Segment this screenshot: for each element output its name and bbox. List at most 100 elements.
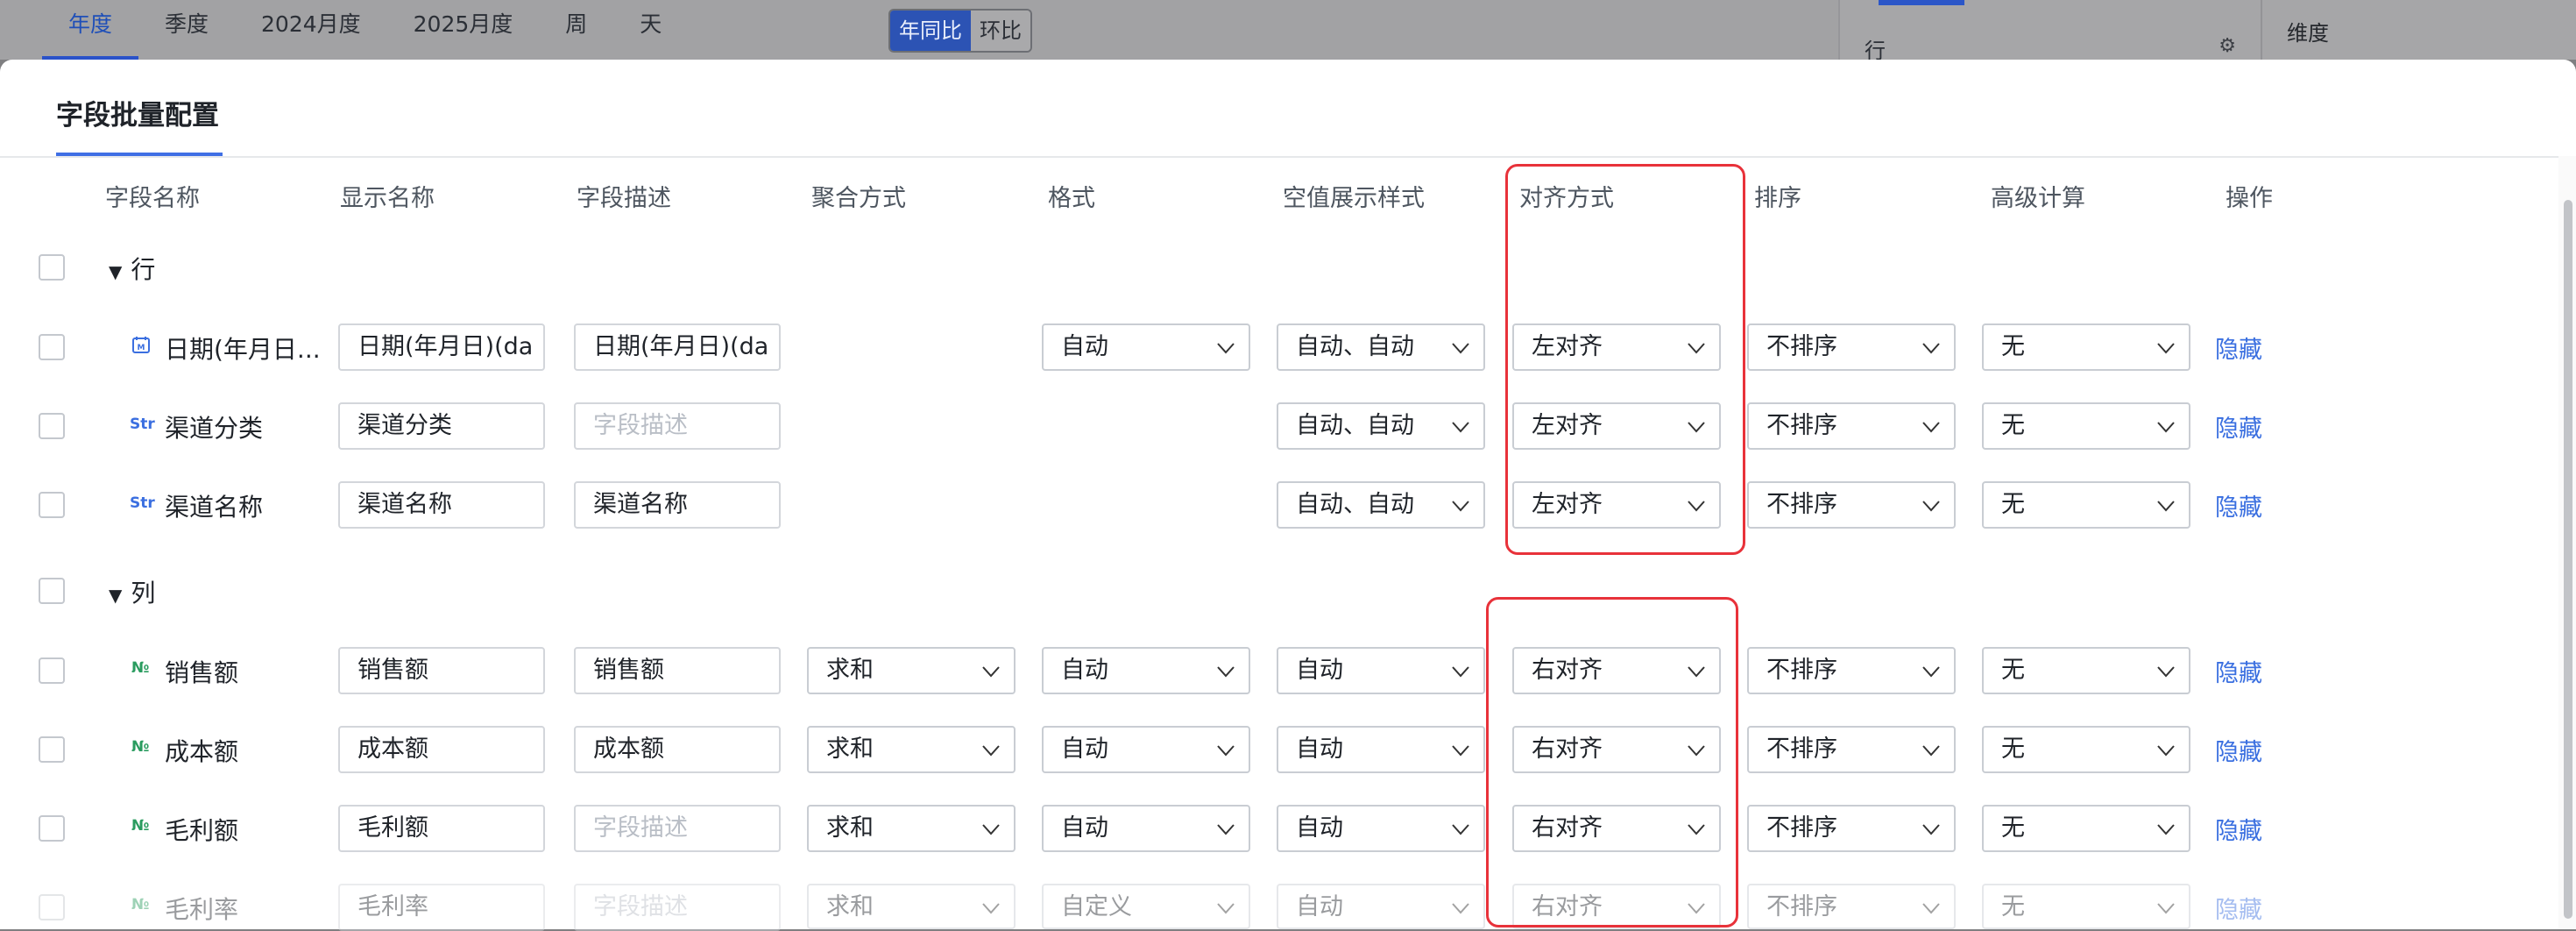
group-rows-label[interactable]: ▼ 行	[109, 251, 155, 286]
group-columns-checkbox[interactable]	[39, 578, 65, 604]
sort-select[interactable]: 不排序	[1747, 884, 1956, 929]
format-select[interactable]: 自动	[1042, 726, 1250, 773]
gear-icon[interactable]: ⚙	[2219, 35, 2236, 57]
mom-toggle-option[interactable]: 环比	[971, 11, 1030, 51]
row-checkbox[interactable]	[39, 334, 65, 360]
description-input[interactable]: 渠道名称	[574, 481, 781, 529]
alignment-select[interactable]: 右对齐	[1512, 647, 1721, 694]
format-value: 自动	[1061, 736, 1108, 763]
null-style-select[interactable]: 自动、自动	[1277, 481, 1485, 529]
scrollbar-thumb[interactable]	[2564, 200, 2572, 919]
caret-down-icon[interactable]: ▼	[109, 261, 122, 282]
row-checkbox[interactable]	[39, 736, 65, 763]
display-name-input[interactable]: 渠道分类	[338, 402, 545, 450]
alignment-select[interactable]: 左对齐	[1512, 402, 1721, 450]
group-columns-label[interactable]: ▼ 列	[109, 574, 155, 609]
sort-select[interactable]: 不排序	[1747, 726, 1956, 773]
null-style-select[interactable]: 自动	[1277, 884, 1485, 929]
aggregation-select[interactable]: 求和	[807, 647, 1016, 694]
chevron-down-icon	[2155, 819, 2176, 840]
null-style-value: 自动	[1296, 814, 1343, 842]
description-input[interactable]: 销售额	[574, 647, 781, 694]
chevron-down-icon	[2155, 898, 2176, 919]
aggregation-select[interactable]: 求和	[807, 884, 1016, 929]
alignment-select[interactable]: 右对齐	[1512, 884, 1721, 929]
advanced-calc-select[interactable]: 无	[1982, 402, 2190, 450]
tab-year[interactable]: 年度	[42, 0, 139, 60]
tab-week[interactable]: 周	[539, 0, 613, 56]
display-name-input[interactable]: 销售额	[338, 647, 545, 694]
col-header-description: 字段描述	[577, 185, 671, 212]
chevron-down-icon	[1215, 819, 1236, 840]
caret-down-icon[interactable]: ▼	[109, 585, 122, 606]
sort-select[interactable]: 不排序	[1747, 805, 1956, 852]
sort-value: 不排序	[1766, 814, 1837, 842]
row-checkbox[interactable]	[39, 657, 65, 684]
sort-select[interactable]: 不排序	[1747, 402, 1956, 450]
hide-link[interactable]: 隐藏	[2215, 891, 2262, 925]
format-select[interactable]: 自动	[1042, 805, 1250, 852]
display-name-input[interactable]: 毛利额	[338, 805, 545, 852]
yoy-toggle-option[interactable]: 年同比	[890, 11, 971, 51]
sort-select[interactable]: 不排序	[1747, 647, 1956, 694]
hide-link[interactable]: 隐藏	[2215, 812, 2262, 846]
hide-link[interactable]: 隐藏	[2215, 330, 2262, 365]
advanced-calc-select[interactable]: 无	[1982, 481, 2190, 529]
field-name: 销售额	[165, 658, 239, 687]
advanced-calc-select[interactable]: 无	[1982, 726, 2190, 773]
null-style-select[interactable]: 自动	[1277, 805, 1485, 852]
chevron-down-icon	[1450, 819, 1471, 840]
format-select[interactable]: 自动	[1042, 647, 1250, 694]
description-input[interactable]: 字段描述	[574, 884, 781, 931]
tab-2025-month[interactable]: 2025月度	[387, 0, 540, 56]
alignment-select[interactable]: 左对齐	[1512, 481, 1721, 529]
panel-accent-bar	[1879, 0, 1964, 5]
format-select[interactable]: 自定义	[1042, 884, 1250, 929]
col-header-field-name: 字段名称	[105, 185, 200, 212]
aggregation-select[interactable]: 求和	[807, 805, 1016, 852]
chevron-down-icon	[1921, 661, 1942, 682]
hide-link[interactable]: 隐藏	[2215, 488, 2262, 522]
hide-link[interactable]: 隐藏	[2215, 733, 2262, 767]
group-rows-name: 行	[131, 255, 156, 284]
row-checkbox[interactable]	[39, 894, 65, 920]
null-style-select[interactable]: 自动、自动	[1277, 323, 1485, 371]
advanced-calc-select[interactable]: 无	[1982, 323, 2190, 371]
null-style-select[interactable]: 自动	[1277, 726, 1485, 773]
description-input[interactable]: 成本额	[574, 726, 781, 773]
group-rows-checkbox[interactable]	[39, 254, 65, 281]
row-checkbox[interactable]	[39, 815, 65, 842]
null-style-select[interactable]: 自动、自动	[1277, 402, 1485, 450]
tab-day[interactable]: 天	[613, 0, 688, 56]
chevron-down-icon	[1450, 898, 1471, 919]
advanced-calc-select[interactable]: 无	[1982, 884, 2190, 929]
display-name-input[interactable]: 日期(年月日)(da	[338, 323, 545, 371]
sort-select[interactable]: 不排序	[1747, 323, 1956, 371]
tab-quarter[interactable]: 季度	[138, 0, 235, 56]
chevron-down-icon	[1686, 819, 1707, 840]
row-checkbox[interactable]	[39, 413, 65, 439]
row-checkbox[interactable]	[39, 492, 65, 518]
description-input[interactable]: 字段描述	[574, 402, 781, 450]
advanced-calc-select[interactable]: 无	[1982, 805, 2190, 852]
sort-select[interactable]: 不排序	[1747, 481, 1956, 529]
display-name-input[interactable]: 渠道名称	[338, 481, 545, 529]
display-name-input[interactable]: 成本额	[338, 726, 545, 773]
alignment-select[interactable]: 右对齐	[1512, 805, 1721, 852]
advanced-calc-select[interactable]: 无	[1982, 647, 2190, 694]
title-underline	[56, 153, 223, 156]
description-input[interactable]: 日期(年月日)(da	[574, 323, 781, 371]
hide-link[interactable]: 隐藏	[2215, 654, 2262, 688]
alignment-select[interactable]: 左对齐	[1512, 323, 1721, 371]
tab-2024-month[interactable]: 2024月度	[235, 0, 387, 56]
number-calc-type-icon: №	[131, 817, 150, 835]
aggregation-select[interactable]: 求和	[807, 726, 1016, 773]
alignment-select[interactable]: 右对齐	[1512, 726, 1721, 773]
advanced-calc-value: 无	[2001, 333, 2025, 360]
format-select[interactable]: 自动	[1042, 323, 1250, 371]
display-name-input[interactable]: 毛利率	[338, 884, 545, 931]
hide-link[interactable]: 隐藏	[2215, 409, 2262, 444]
null-style-select[interactable]: 自动	[1277, 647, 1485, 694]
chevron-down-icon	[1921, 416, 1942, 437]
description-input[interactable]: 字段描述	[574, 805, 781, 852]
